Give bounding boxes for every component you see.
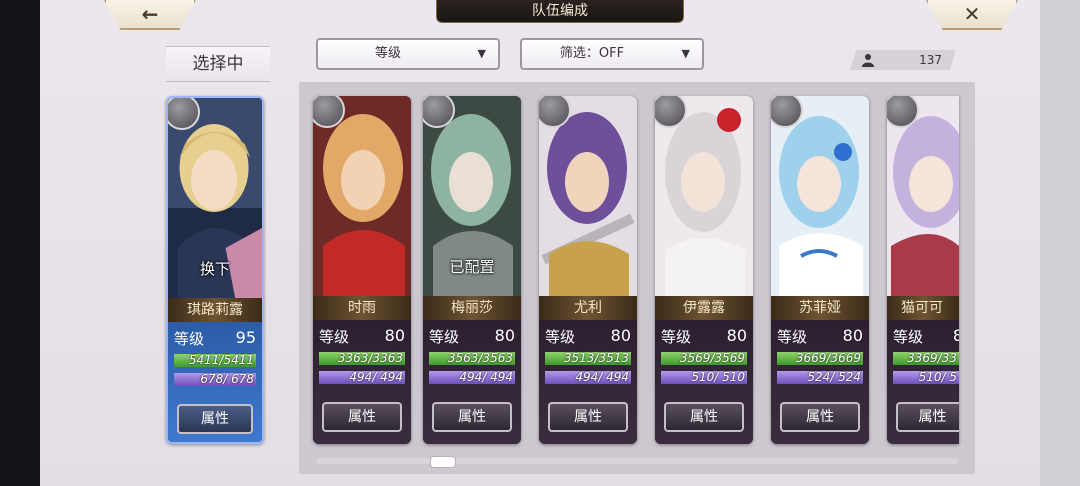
level-row: 等级 80 bbox=[661, 326, 747, 346]
level-value: 80 bbox=[726, 326, 747, 345]
horizontal-scrollbar[interactable] bbox=[316, 458, 958, 464]
left-screen-edge bbox=[0, 0, 40, 486]
character-stats: 等级 80 3363/3363 494/ 494 属性 bbox=[313, 320, 411, 444]
level-row: 等级 8 bbox=[893, 326, 959, 346]
character-name: 时雨 bbox=[313, 296, 411, 320]
level-label: 等级 bbox=[661, 328, 692, 346]
attribute-button[interactable]: 属性 bbox=[896, 402, 959, 432]
level-row: 等级 80 bbox=[777, 326, 863, 346]
level-row: 等级 95 bbox=[174, 328, 256, 348]
mp-bar: 494/ 494 bbox=[319, 371, 405, 384]
attribute-button[interactable]: 属性 bbox=[322, 402, 402, 432]
attribute-button[interactable]: 属性 bbox=[432, 402, 512, 432]
character-name: 伊露露 bbox=[655, 296, 753, 320]
chevron-down-icon: ▼ bbox=[681, 47, 690, 60]
hp-bar: 3669/3669 bbox=[777, 352, 863, 365]
back-arrow-icon: ← bbox=[141, 2, 159, 26]
character-card[interactable]: 猫可可 等级 8 3369/33 510/ 5 属性 bbox=[887, 96, 959, 444]
level-value: 80 bbox=[494, 326, 515, 345]
level-label: 等级 bbox=[174, 330, 205, 348]
mp-bar: 494/ 494 bbox=[545, 371, 631, 384]
sort-dropdown[interactable]: 等级 ▼ bbox=[316, 38, 500, 70]
level-value: 95 bbox=[235, 328, 256, 347]
mp-bar: 678/ 678 bbox=[174, 373, 256, 386]
character-card[interactable]: 已配置 梅丽莎 等级 80 3563/3563 494/ 494 属性 bbox=[423, 96, 521, 444]
level-label: 等级 bbox=[319, 328, 350, 346]
character-name: 苏菲娅 bbox=[771, 296, 869, 320]
level-label: 等级 bbox=[893, 328, 924, 346]
level-label: 等级 bbox=[777, 328, 808, 346]
assigned-label: 已配置 bbox=[449, 258, 495, 276]
character-name: 琪路莉露 bbox=[168, 298, 262, 322]
unit-count-badge: 137 bbox=[850, 50, 956, 70]
hp-bar: 3369/33 bbox=[893, 352, 959, 365]
hp-bar: 3363/3363 bbox=[319, 352, 405, 365]
right-screen-edge bbox=[1040, 0, 1080, 486]
character-stats: 等级 8 3369/33 510/ 5 属性 bbox=[887, 320, 959, 444]
unit-count-value: 137 bbox=[919, 53, 942, 67]
hp-bar: 5411/5411 bbox=[174, 354, 256, 367]
level-value: 80 bbox=[842, 326, 863, 345]
character-stats: 等级 80 3569/3569 510/ 510 属性 bbox=[655, 320, 753, 444]
level-label: 等级 bbox=[545, 328, 576, 346]
character-stats: 等级 80 3669/3669 524/ 524 属性 bbox=[771, 320, 869, 444]
close-icon: ✕ bbox=[963, 2, 981, 26]
level-row: 等级 80 bbox=[429, 326, 515, 346]
selected-character-card[interactable]: 换下 琪路莉露 等级 95 5411/5411 678/ 678 属性 bbox=[166, 96, 264, 444]
character-stats: 等级 80 3513/3513 494/ 494 属性 bbox=[539, 320, 637, 444]
attribute-button[interactable]: 属性 bbox=[548, 402, 628, 432]
level-row: 等级 80 bbox=[545, 326, 631, 346]
mp-bar: 510/ 5 bbox=[893, 371, 959, 384]
character-name: 猫可可 bbox=[887, 296, 959, 320]
filter-dropdown[interactable]: 筛选：OFF ▼ bbox=[520, 38, 704, 70]
filter-dropdown-label: 筛选：OFF bbox=[559, 46, 625, 61]
user-icon bbox=[862, 54, 874, 67]
swap-out-label: 换下 bbox=[199, 260, 230, 278]
page-title: 队伍编成 bbox=[436, 0, 684, 23]
character-stats: 等级 95 5411/5411 678/ 678 属性 bbox=[168, 322, 262, 442]
level-label: 等级 bbox=[429, 328, 460, 346]
attribute-button[interactable]: 属性 bbox=[177, 404, 253, 434]
hp-bar: 3569/3569 bbox=[661, 352, 747, 365]
selecting-label: 选择中 bbox=[166, 46, 270, 82]
character-name: 梅丽莎 bbox=[423, 296, 521, 320]
character-card[interactable]: 伊露露 等级 80 3569/3569 510/ 510 属性 bbox=[655, 96, 753, 444]
character-card[interactable]: 尤利 等级 80 3513/3513 494/ 494 属性 bbox=[539, 96, 637, 444]
mp-bar: 510/ 510 bbox=[661, 371, 747, 384]
character-name: 尤利 bbox=[539, 296, 637, 320]
chevron-down-icon: ▼ bbox=[477, 47, 486, 60]
hp-bar: 3513/3513 bbox=[545, 352, 631, 365]
attribute-button[interactable]: 属性 bbox=[664, 402, 744, 432]
scrollbar-thumb[interactable] bbox=[430, 456, 456, 468]
character-stats: 等级 80 3563/3563 494/ 494 属性 bbox=[423, 320, 521, 444]
mp-bar: 494/ 494 bbox=[429, 371, 515, 384]
sort-dropdown-label: 等级 bbox=[374, 46, 401, 61]
level-value: 80 bbox=[610, 326, 631, 345]
level-value: 8 bbox=[952, 326, 959, 345]
character-card[interactable]: 苏菲娅 等级 80 3669/3669 524/ 524 属性 bbox=[771, 96, 869, 444]
character-card[interactable]: 时雨 等级 80 3363/3363 494/ 494 属性 bbox=[313, 96, 411, 444]
level-row: 等级 80 bbox=[319, 326, 405, 346]
mp-bar: 524/ 524 bbox=[777, 371, 863, 384]
attribute-button[interactable]: 属性 bbox=[780, 402, 860, 432]
hp-bar: 3563/3563 bbox=[429, 352, 515, 365]
level-value: 80 bbox=[384, 326, 405, 345]
